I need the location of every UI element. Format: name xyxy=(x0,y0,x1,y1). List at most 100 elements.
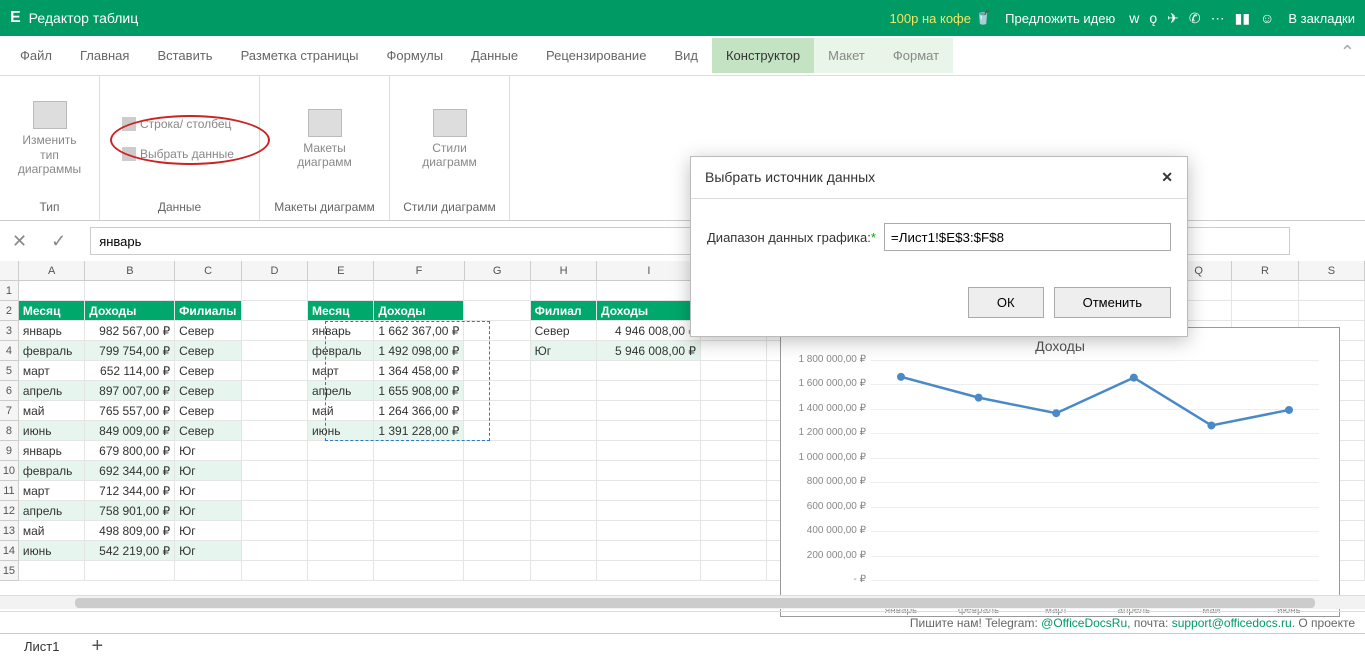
cell[interactable] xyxy=(597,461,701,481)
cell[interactable]: февраль xyxy=(19,461,85,481)
collapse-ribbon-icon[interactable]: ⌃ xyxy=(1340,42,1355,63)
cell[interactable] xyxy=(531,421,597,441)
horizontal-scrollbar[interactable] xyxy=(0,595,1365,609)
cell[interactable]: 679 800,00 ₽ xyxy=(85,441,175,461)
cell[interactable] xyxy=(242,481,308,501)
cell[interactable] xyxy=(531,401,597,421)
cell[interactable]: Юг xyxy=(175,521,241,541)
column-header[interactable]: D xyxy=(242,261,308,280)
cell[interactable]: март xyxy=(308,361,374,381)
cell[interactable] xyxy=(531,361,597,381)
cell[interactable] xyxy=(374,521,464,541)
cell[interactable] xyxy=(242,461,308,481)
cell[interactable] xyxy=(464,281,530,301)
cell[interactable] xyxy=(531,521,597,541)
cell[interactable] xyxy=(85,281,175,301)
cell[interactable] xyxy=(374,461,464,481)
cell[interactable] xyxy=(464,381,530,401)
cell[interactable]: Юг xyxy=(175,541,241,561)
cell[interactable] xyxy=(597,361,701,381)
vk-icon[interactable]: ᴡ xyxy=(1129,10,1139,27)
cell[interactable] xyxy=(531,281,597,301)
cell[interactable] xyxy=(308,281,374,301)
cell[interactable] xyxy=(597,281,701,301)
switch-row-column-button[interactable]: Строка/ столбец xyxy=(116,114,237,134)
cell[interactable]: Юг xyxy=(175,481,241,501)
tab-view[interactable]: Вид xyxy=(660,38,712,73)
cell[interactable] xyxy=(308,561,374,581)
cell[interactable]: 5 946 008,00 ₽ xyxy=(597,341,701,361)
row-header[interactable]: 3 xyxy=(0,321,19,341)
column-header[interactable]: B xyxy=(85,261,175,280)
column-header[interactable]: F xyxy=(374,261,464,280)
cell[interactable] xyxy=(701,461,767,481)
tab-data[interactable]: Данные xyxy=(457,38,532,73)
cell[interactable] xyxy=(464,541,530,561)
cell[interactable]: 758 901,00 ₽ xyxy=(85,501,175,521)
cell[interactable] xyxy=(308,541,374,561)
cell[interactable] xyxy=(531,541,597,561)
row-header[interactable]: 13 xyxy=(0,521,19,541)
cell[interactable] xyxy=(701,381,767,401)
cell[interactable]: апрель xyxy=(308,381,374,401)
row-header[interactable]: 11 xyxy=(0,481,19,501)
row-header[interactable]: 7 xyxy=(0,401,19,421)
cell[interactable]: февраль xyxy=(308,341,374,361)
tab-formulas[interactable]: Формулы xyxy=(373,38,458,73)
cell[interactable]: май xyxy=(308,401,374,421)
cell[interactable] xyxy=(308,461,374,481)
cell[interactable] xyxy=(242,521,308,541)
cell[interactable]: 712 344,00 ₽ xyxy=(85,481,175,501)
tab-review[interactable]: Рецензирование xyxy=(532,38,660,73)
cell[interactable] xyxy=(597,481,701,501)
cell[interactable] xyxy=(374,561,464,581)
ok-icon[interactable]: ǫ xyxy=(1149,10,1157,27)
cell[interactable]: февраль xyxy=(19,341,85,361)
column-header[interactable]: R xyxy=(1232,261,1298,280)
cell[interactable]: январь xyxy=(19,321,85,341)
cell[interactable] xyxy=(1299,301,1365,321)
cell[interactable] xyxy=(531,461,597,481)
coffee-link[interactable]: 100р на кофе 🥤 xyxy=(889,10,991,26)
cell[interactable]: 799 754,00 ₽ xyxy=(85,341,175,361)
tab-maket[interactable]: Макет xyxy=(814,38,879,73)
cell[interactable] xyxy=(701,361,767,381)
book-icon[interactable]: ▮▮ xyxy=(1235,10,1250,27)
row-header[interactable]: 9 xyxy=(0,441,19,461)
cell[interactable] xyxy=(242,561,308,581)
whatsapp-icon[interactable]: ✆ xyxy=(1189,10,1201,27)
cell[interactable] xyxy=(531,481,597,501)
cell[interactable] xyxy=(464,341,530,361)
row-header[interactable]: 10 xyxy=(0,461,19,481)
cell[interactable] xyxy=(464,441,530,461)
cancel-formula-icon[interactable]: ✕ xyxy=(12,231,27,252)
user-icon[interactable]: ☺ xyxy=(1260,10,1274,27)
telegram-link[interactable]: @OfficeDocsRu xyxy=(1041,616,1127,630)
support-mail-link[interactable]: support@officedocs.ru xyxy=(1172,616,1292,630)
dialog-close-icon[interactable]: ✕ xyxy=(1161,169,1173,186)
cell[interactable]: апрель xyxy=(19,381,85,401)
column-header[interactable]: A xyxy=(19,261,85,280)
cell[interactable] xyxy=(242,441,308,461)
cell[interactable]: 542 219,00 ₽ xyxy=(85,541,175,561)
cell[interactable]: 1 264 366,00 ₽ xyxy=(374,401,464,421)
cell[interactable] xyxy=(531,561,597,581)
cell[interactable] xyxy=(464,361,530,381)
cell[interactable]: 897 007,00 ₽ xyxy=(85,381,175,401)
row-header[interactable]: 8 xyxy=(0,421,19,441)
cell[interactable] xyxy=(701,501,767,521)
cell[interactable] xyxy=(19,561,85,581)
column-header[interactable]: S xyxy=(1299,261,1365,280)
cell[interactable] xyxy=(308,501,374,521)
cell[interactable]: июнь xyxy=(19,421,85,441)
tab-insert[interactable]: Вставить xyxy=(143,38,226,73)
cell[interactable] xyxy=(464,561,530,581)
cell[interactable]: Филиалы xyxy=(175,301,241,321)
cell[interactable]: май xyxy=(19,521,85,541)
cell[interactable] xyxy=(701,341,767,361)
dialog-ok-button[interactable]: ОК xyxy=(968,287,1044,318)
cell[interactable] xyxy=(85,561,175,581)
column-header[interactable]: E xyxy=(308,261,374,280)
sheet-tab[interactable]: Лист1 xyxy=(10,635,73,658)
cell[interactable]: 692 344,00 ₽ xyxy=(85,461,175,481)
